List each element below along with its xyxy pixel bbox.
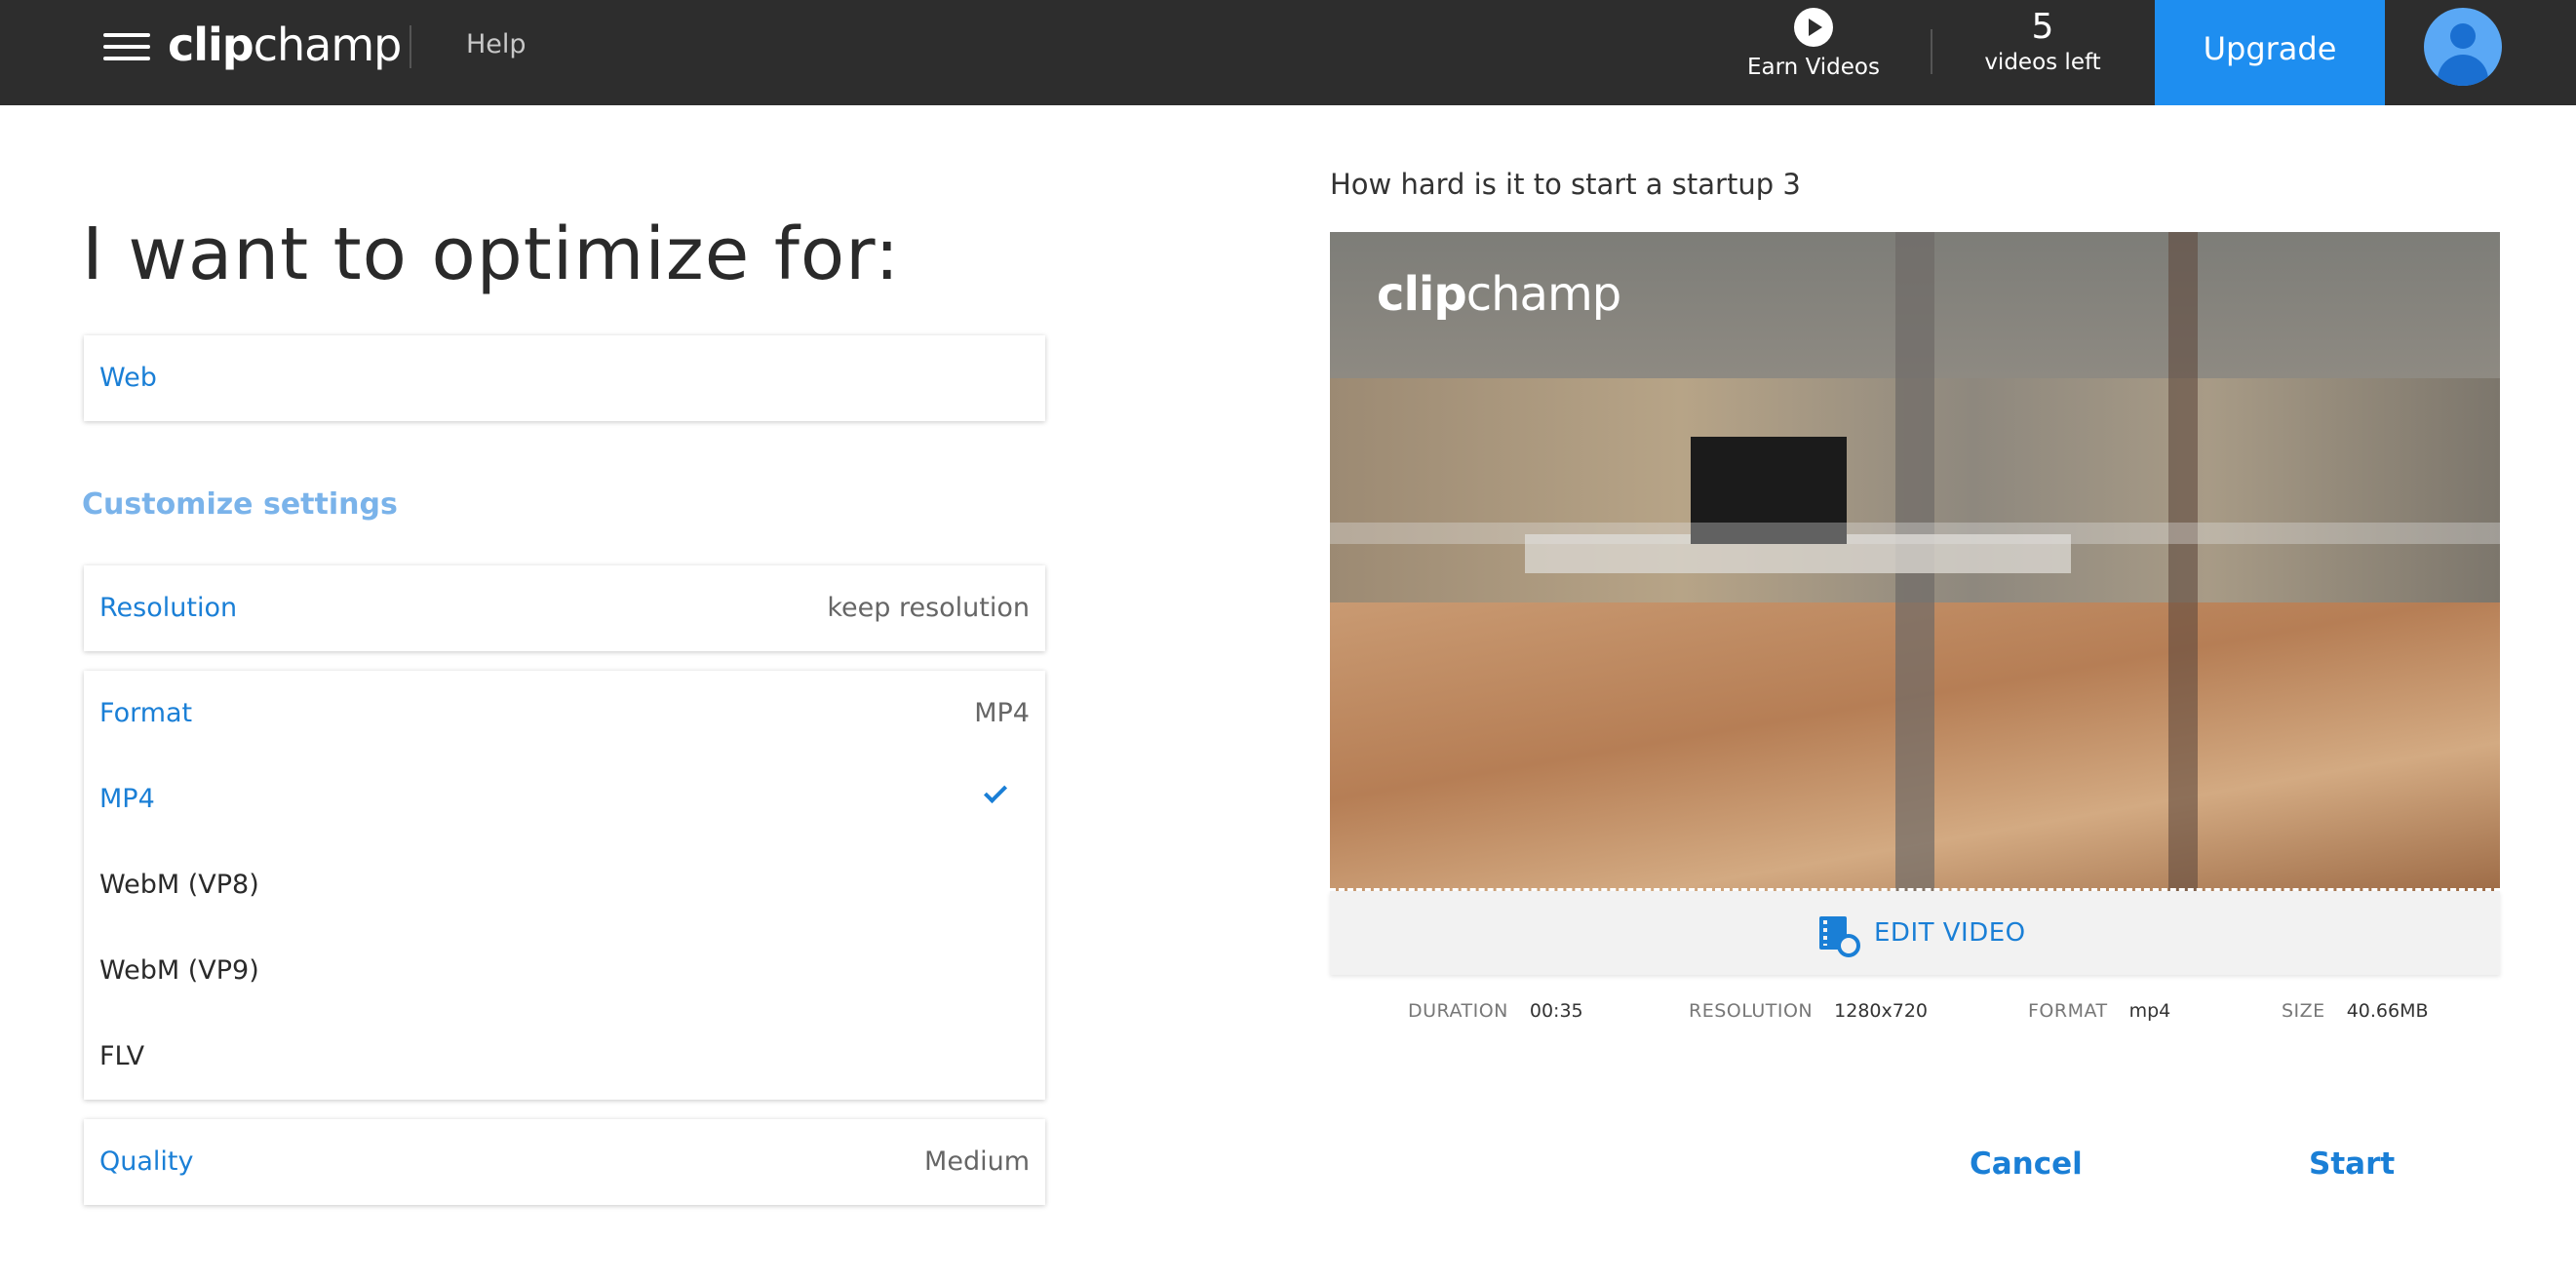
- help-link[interactable]: Help: [466, 29, 527, 59]
- format-option-mp4[interactable]: MP4: [84, 757, 1045, 842]
- start-button[interactable]: Start: [2309, 1146, 2395, 1182]
- quality-select[interactable]: Quality Medium: [84, 1119, 1045, 1205]
- optimize-option-web[interactable]: Web: [84, 335, 1045, 421]
- earn-videos-button[interactable]: Earn Videos: [1736, 8, 1892, 97]
- meta-resolution: RESOLUTION 1280x720: [1689, 1000, 1929, 1022]
- user-avatar-icon[interactable]: [2424, 8, 2502, 86]
- customize-settings-link[interactable]: Customize settings: [82, 487, 398, 522]
- optimize-select[interactable]: Web: [84, 335, 1045, 421]
- format-option-flv[interactable]: FLV: [84, 1014, 1045, 1100]
- upgrade-button[interactable]: Upgrade: [2155, 0, 2385, 105]
- video-preview[interactable]: clipchamp: [1330, 232, 2500, 891]
- resolution-value: keep resolution: [827, 593, 1030, 623]
- video-title: How hard is it to start a startup 3: [1330, 168, 1801, 201]
- quality-row[interactable]: Quality Medium: [84, 1119, 1045, 1205]
- checkmark-icon: [983, 779, 1008, 804]
- format-row[interactable]: Format MP4: [84, 671, 1045, 757]
- meta-duration: DURATION 00:35: [1408, 1000, 1583, 1022]
- format-value: MP4: [974, 698, 1030, 728]
- page-title: I want to optimize for:: [82, 213, 901, 296]
- edit-video-bar: EDIT VIDEO: [1330, 891, 2500, 975]
- videos-left-label: videos left: [1984, 50, 2101, 75]
- format-option-webm-vp8[interactable]: WebM (VP8): [84, 842, 1045, 928]
- cancel-button[interactable]: Cancel: [1970, 1146, 2083, 1182]
- film-settings-icon: [1819, 916, 1860, 957]
- quality-value: Medium: [924, 1146, 1030, 1177]
- resolution-row[interactable]: Resolution keep resolution: [84, 565, 1045, 651]
- header-divider: [410, 25, 411, 68]
- meta-format: FORMAT mp4: [2028, 1000, 2171, 1022]
- play-circle-icon: [1794, 8, 1833, 47]
- videos-left-counter: 5 videos left: [1970, 6, 2116, 76]
- top-bar: clipchamp Help Earn Videos 5 videos left…: [0, 0, 2576, 105]
- videos-left-count: 5: [2031, 7, 2054, 47]
- format-dropdown[interactable]: Format MP4 MP4 WebM (VP8) WebM (VP9) FLV: [84, 671, 1045, 1100]
- meta-size: SIZE 40.66MB: [2282, 1000, 2429, 1022]
- menu-icon[interactable]: [101, 29, 152, 64]
- format-option-webm-vp9[interactable]: WebM (VP9): [84, 928, 1045, 1014]
- header-divider: [1931, 29, 1932, 74]
- edit-video-label: EDIT VIDEO: [1874, 918, 2026, 948]
- earn-videos-label: Earn Videos: [1747, 55, 1880, 80]
- clipchamp-logo[interactable]: clipchamp: [168, 16, 402, 74]
- resolution-select[interactable]: Resolution keep resolution: [84, 565, 1045, 651]
- video-watermark-logo: clipchamp: [1377, 267, 1621, 322]
